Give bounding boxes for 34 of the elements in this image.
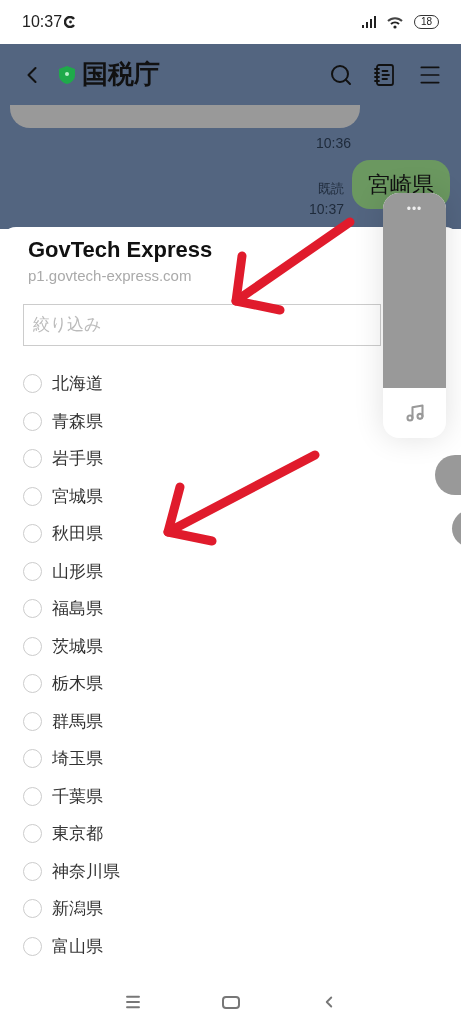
prefecture-option[interactable]: 青森県 — [23, 402, 103, 440]
prefecture-option[interactable]: 埼玉県 — [23, 740, 103, 778]
prefecture-option[interactable]: 福島県 — [23, 590, 103, 628]
filter-field[interactable]: 絞り込み — [23, 304, 381, 346]
wifi-icon — [385, 15, 404, 29]
sheet-title: GovTech Express — [28, 236, 214, 264]
prefecture-option[interactable]: 秋田県 — [23, 515, 103, 553]
message-time: 10:36 — [315, 134, 351, 153]
sheet-url: p1.govtech-express.com — [28, 266, 193, 286]
signal-icon — [361, 16, 376, 28]
prefecture-option[interactable]: 神奈川県 — [23, 852, 120, 890]
prefecture-option[interactable]: 東京都 — [23, 815, 103, 853]
status-time: 10:37 — [22, 12, 63, 32]
verified-shield-icon — [58, 64, 76, 85]
search-button[interactable] — [329, 62, 353, 87]
prefecture-option[interactable]: 千葉県 — [23, 777, 103, 815]
prefecture-option[interactable]: 岩手県 — [23, 440, 103, 478]
recent-apps-button[interactable] — [123, 993, 142, 1011]
prefecture-option[interactable]: 新潟県 — [23, 890, 103, 928]
home-button[interactable] — [221, 995, 240, 1009]
message-time: 10:37 — [308, 200, 344, 219]
prefecture-option[interactable]: 山形県 — [23, 552, 103, 590]
menu-icon — [123, 993, 142, 1011]
chat-title: 国税庁 — [82, 58, 160, 91]
sync-icon — [64, 16, 77, 28]
music-note-icon — [404, 403, 425, 423]
prefecture-option[interactable]: 宮城県 — [23, 477, 103, 515]
notes-button[interactable] — [373, 62, 397, 87]
prefecture-option[interactable]: 茨城県 — [23, 627, 103, 665]
read-receipt: 既読 — [318, 180, 344, 198]
prefecture-option[interactable]: 栃木県 — [23, 665, 103, 703]
prefecture-option[interactable]: 富山県 — [23, 927, 103, 965]
prefecture-option[interactable]: 北海道 — [23, 365, 103, 403]
prefecture-option[interactable]: 群馬県 — [23, 702, 103, 740]
